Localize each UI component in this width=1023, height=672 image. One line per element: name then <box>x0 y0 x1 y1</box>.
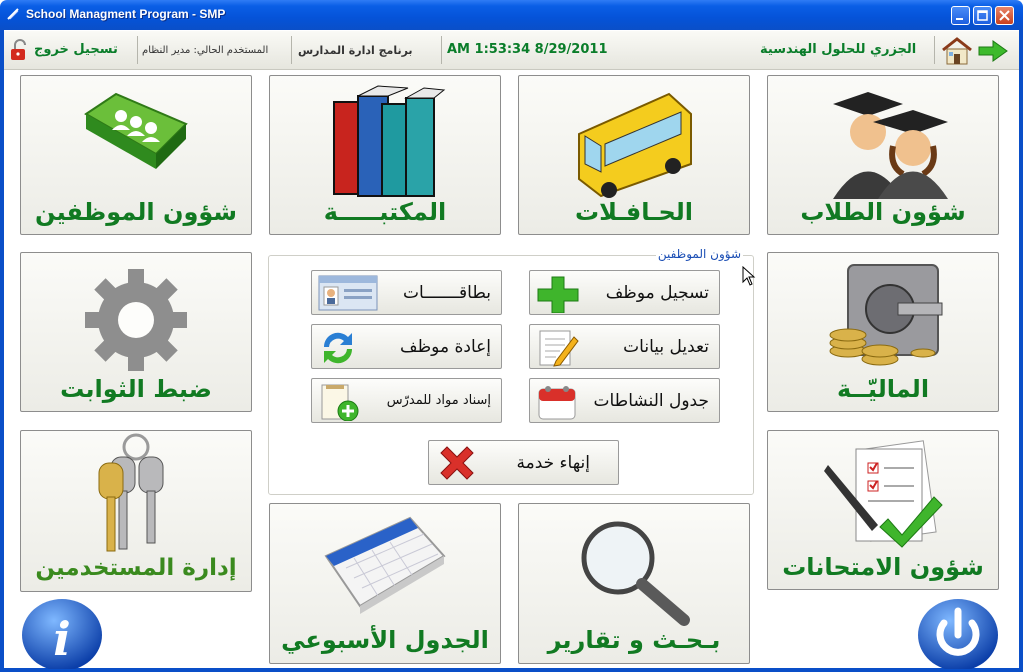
keys-icon <box>98 433 164 552</box>
tile-label: شؤون الامتحانات <box>782 553 984 581</box>
books-icon <box>333 85 446 197</box>
tile-label: بـحـث و تقارير <box>547 626 721 654</box>
tile-reports[interactable]: بـحـث و تقارير <box>518 503 750 664</box>
maximize-icon <box>977 10 988 21</box>
separator <box>291 36 292 64</box>
tile-settings[interactable]: ضبط الثوابت <box>20 252 252 412</box>
button-label: جدول النشاطات <box>593 391 710 411</box>
separator <box>441 36 442 64</box>
tile-library[interactable]: المكتبـــــة <box>269 75 501 235</box>
register-employee-button[interactable]: تسجيل موظف <box>529 270 720 315</box>
datetime-label: AM 1:53:34 8/29/2011 <box>447 42 608 57</box>
current-user-label: المستخدم الحالي: مدير النظام <box>142 45 269 56</box>
button-label: تسجيل موظف <box>605 283 709 303</box>
separator <box>934 36 935 64</box>
tile-label: المكتبـــــة <box>323 198 447 226</box>
tile-label: الحـافـلات <box>574 198 693 226</box>
window-frame-right <box>1019 30 1023 672</box>
window-title: School Managment Program - SMP <box>26 7 226 21</box>
graduates-icon <box>833 92 948 199</box>
tile-exams[interactable]: شؤون الامتحانات <box>767 430 999 590</box>
calendar-icon <box>538 386 576 420</box>
calendar-icon <box>324 516 446 614</box>
padlock-icon[interactable] <box>8 39 30 61</box>
close-button[interactable] <box>995 6 1014 25</box>
svg-text:i: i <box>53 612 70 666</box>
x-icon <box>440 446 474 480</box>
window-frame-bottom <box>0 668 1023 672</box>
tile-buses[interactable]: الحـافـلات <box>518 75 750 235</box>
status-bar: تسجيل خروج المستخدم الحالي: مدير النظام … <box>4 31 1019 70</box>
gear-icon <box>85 269 187 371</box>
app-icon <box>7 8 19 20</box>
checklist-icon <box>824 440 943 548</box>
info-icon[interactable]: i <box>22 599 102 669</box>
window-frame-left <box>0 30 4 672</box>
assign-subjects-button[interactable]: إسناد مواد للمدرّس <box>311 378 502 423</box>
button-label: إعادة موظف <box>400 337 491 357</box>
mouse-cursor-icon <box>742 266 756 286</box>
button-label: تعديل بيانات <box>623 337 709 357</box>
minimize-button[interactable] <box>951 6 970 25</box>
activities-table-button[interactable]: جدول النشاطات <box>529 378 720 423</box>
employees-panel: شؤون الموظفين بطاقـــــــات تسجيل موظف إ <box>268 247 754 495</box>
power-icon[interactable] <box>918 599 998 669</box>
tile-label: إدارة المستخدمين <box>35 555 237 581</box>
tile-students[interactable]: شؤون الطلاب <box>767 75 999 235</box>
tile-label: ضبط الثوابت <box>60 375 212 403</box>
tile-label: شؤون الطلاب <box>800 198 966 226</box>
arrow-right-icon[interactable] <box>977 39 1009 63</box>
logout-button[interactable]: تسجيل خروج <box>34 42 118 57</box>
program-name: برنامج ادارة المدارس <box>298 44 413 57</box>
tile-label: شؤون الموظفين <box>34 198 238 226</box>
home-icon[interactable] <box>940 35 974 67</box>
tile-users[interactable]: إدارة المستخدمين <box>20 430 252 592</box>
safe-icon <box>829 264 943 366</box>
tile-employees[interactable]: شؤون الموظفين <box>20 75 252 235</box>
app-window: School Managment Program - SMP تسجيل خرو… <box>0 0 1023 672</box>
company-name: الجزري للحلول الهندسية <box>760 42 917 57</box>
tile-finance[interactable]: الماليّــة <box>767 252 999 412</box>
add-document-icon <box>321 384 359 421</box>
end-service-button[interactable]: إنهاء خدمة <box>428 440 619 485</box>
button-label: إنهاء خدمة <box>516 453 590 473</box>
panel-title: شؤون الموظفين <box>655 247 743 261</box>
separator <box>137 36 138 64</box>
plus-icon <box>537 276 579 313</box>
cards-button[interactable]: بطاقـــــــات <box>311 270 502 315</box>
rehire-employee-button[interactable]: إعادة موظف <box>311 324 502 369</box>
edit-data-button[interactable]: تعديل بيانات <box>529 324 720 369</box>
button-label: بطاقـــــــات <box>402 283 491 303</box>
id-card-icon <box>318 275 378 311</box>
button-label: إسناد مواد للمدرّس <box>386 393 491 408</box>
minimize-icon <box>956 18 963 20</box>
refresh-icon <box>323 332 353 364</box>
tile-schedule[interactable]: الجدول الأسبوعي <box>269 503 501 664</box>
edit-document-icon <box>539 330 579 367</box>
magnifier-icon <box>581 521 690 626</box>
tile-label: الماليّــة <box>836 375 930 403</box>
close-icon <box>999 10 1010 21</box>
employees-folder-icon <box>84 92 188 169</box>
title-bar[interactable]: School Managment Program - SMP <box>0 0 1023 30</box>
tile-label: الجدول الأسبوعي <box>281 626 489 654</box>
bus-icon <box>578 92 692 198</box>
maximize-button[interactable] <box>973 6 992 25</box>
